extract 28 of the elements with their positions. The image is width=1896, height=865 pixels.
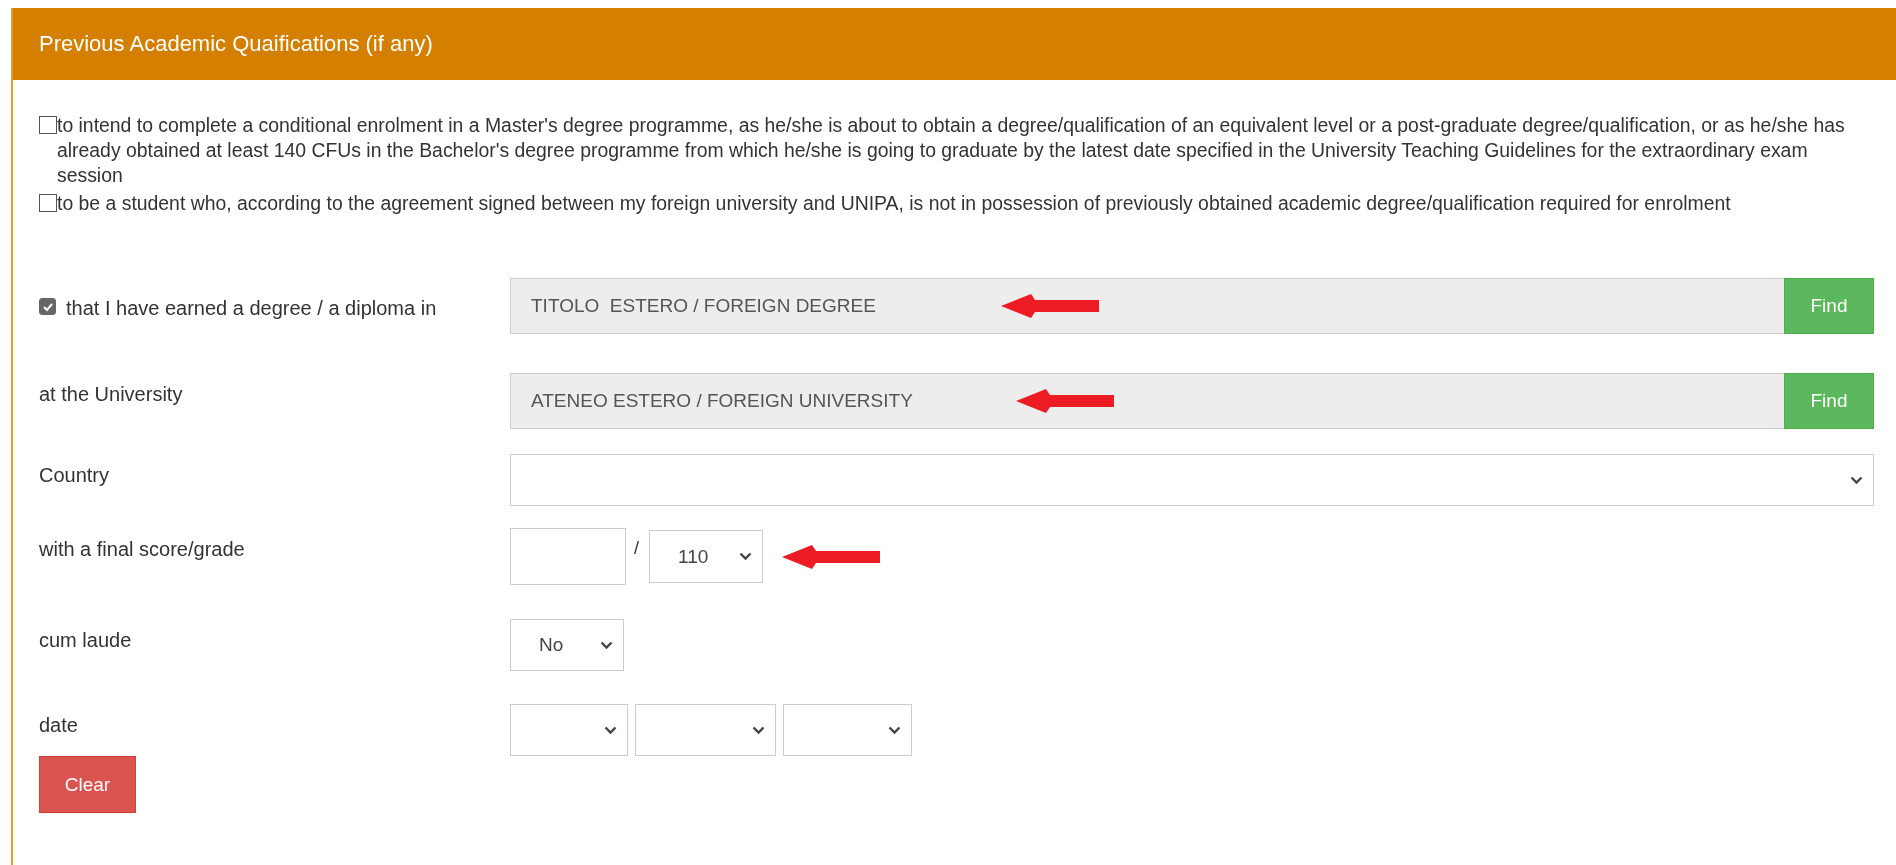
country-dropdown[interactable] — [510, 454, 1874, 506]
score-input[interactable] — [510, 528, 626, 585]
separator: / — [634, 538, 639, 559]
clear-button[interactable]: Clear — [39, 756, 136, 813]
max-score-dropdown[interactable]: 110 — [649, 530, 763, 583]
year-dropdown[interactable] — [783, 704, 912, 756]
field-label: date — [39, 714, 78, 736]
field-label: with a final score/grade — [39, 538, 245, 560]
degree-field[interactable]: TITOLO ESTERO / FOREIGN DEGREE — [510, 278, 1784, 334]
field-label: that I have earned a degree / a diploma in — [66, 296, 437, 321]
checkbox[interactable] — [39, 194, 57, 212]
checkbox[interactable] — [39, 298, 56, 315]
field-label: Country — [39, 464, 110, 486]
chevron-down-icon — [604, 725, 617, 735]
chevron-down-icon — [600, 640, 613, 650]
cum-laude-dropdown[interactable]: No — [510, 619, 624, 671]
declaration-text: to be a student who, according to the agreement signed between my foreign university and UNIPA, is not in possession of previously obtained academic degree/qualification required for enrolment — [57, 191, 1731, 216]
chevron-down-icon — [752, 725, 765, 735]
field-label: at the University — [39, 383, 183, 405]
chevron-down-icon — [739, 552, 752, 561]
month-dropdown[interactable] — [635, 704, 776, 756]
panel-title: Previous Academic Quaifications (if any) — [39, 31, 433, 57]
day-dropdown[interactable] — [510, 704, 628, 756]
chevron-down-icon — [1850, 475, 1863, 485]
field-label: cum laude — [39, 629, 132, 651]
checkbox[interactable] — [39, 116, 57, 134]
chevron-down-icon — [888, 725, 901, 735]
university-field[interactable]: ATENEO ESTERO / FOREIGN UNIVERSITY — [510, 373, 1784, 429]
